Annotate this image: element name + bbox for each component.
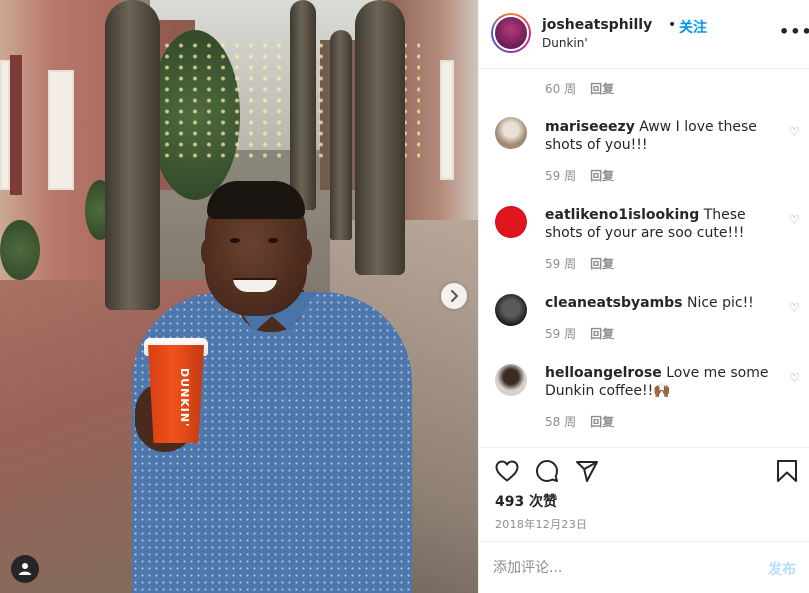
header-separator: • — [668, 17, 677, 33]
author-avatar-image — [493, 15, 529, 51]
reply-button[interactable]: 回复 — [590, 82, 614, 96]
like-comment-icon[interactable]: ♡ — [789, 371, 800, 385]
more-options-icon[interactable]: ••• — [779, 22, 809, 41]
like-comment-icon[interactable]: ♡ — [789, 301, 800, 315]
post-detail-panel: josheatsphilly • 关注 Dunkin' ••• 60 周回复 m… — [478, 0, 809, 593]
share-button[interactable] — [574, 458, 600, 484]
commenter-username[interactable]: mariseeezy — [545, 119, 635, 135]
reply-button[interactable]: 回复 — [590, 327, 614, 341]
photo-tree-trunk — [290, 0, 316, 210]
photo-tree-trunk — [355, 0, 405, 275]
commenter-username[interactable]: helloangelrose — [545, 365, 662, 381]
comment-age: 59 周 — [545, 327, 577, 341]
likes-count[interactable]: 493 次赞 — [495, 491, 557, 511]
coffee-cup-brand: DUNKIN' — [178, 368, 191, 428]
commenter-avatar[interactable] — [495, 117, 527, 149]
like-comment-icon[interactable]: ♡ — [789, 213, 800, 227]
comments-list: 60 周回复 mariseeezy Aww I love these shots… — [479, 69, 809, 447]
comment-meta: 59 周回复 — [545, 325, 614, 342]
commenter-username[interactable]: eatlikeno1islooking — [545, 207, 699, 223]
comment-meta: 60 周回复 — [545, 80, 614, 97]
commenter-avatar[interactable] — [495, 294, 527, 326]
comment-age: 58 周 — [545, 415, 577, 429]
comment-meta: 58 周回复 — [545, 413, 614, 430]
like-comment-icon[interactable]: ♡ — [789, 125, 800, 139]
photo-tree-trunk — [330, 30, 352, 240]
tagged-users-button[interactable] — [11, 555, 39, 583]
comment-text: cleaneatsbyambs Nice pic!! — [545, 294, 777, 312]
commenter-avatar[interactable] — [495, 364, 527, 396]
comment-meta: 59 周回复 — [545, 167, 614, 184]
add-comment-bar: 发布 — [479, 541, 809, 593]
save-button[interactable] — [774, 458, 800, 484]
paper-plane-icon — [576, 461, 598, 482]
bookmark-icon — [777, 460, 797, 482]
comment-text: mariseeezy Aww I love these shots of you… — [545, 118, 777, 154]
comment-text: eatlikeno1islooking These shots of your … — [545, 206, 777, 242]
reply-button[interactable]: 回复 — [590, 169, 614, 183]
commenter-avatar[interactable] — [495, 206, 527, 238]
post-date: 2018年12月23日 — [495, 518, 588, 531]
reply-button[interactable]: 回复 — [590, 257, 614, 271]
author-username[interactable]: josheatsphilly — [542, 17, 652, 33]
photo-tree-trunk — [105, 0, 160, 310]
person-eye — [230, 238, 240, 243]
comment-age: 59 周 — [545, 257, 577, 271]
like-button[interactable] — [494, 458, 520, 484]
chevron-right-icon — [451, 290, 458, 302]
comment-input[interactable] — [493, 556, 743, 580]
user-icon — [19, 563, 31, 575]
commenter-username[interactable]: cleaneatsbyambs — [545, 295, 683, 311]
post-header: josheatsphilly • 关注 Dunkin' ••• — [479, 0, 809, 69]
photo-window — [48, 70, 74, 190]
comment-body: Nice pic!! — [686, 295, 754, 311]
post-actions: 493 次赞 2018年12月23日 — [479, 447, 809, 542]
post-location[interactable]: Dunkin' — [542, 36, 588, 50]
comment-text: helloangelrose Love me some Dunkin coffe… — [545, 364, 777, 400]
follow-button[interactable]: 关注 — [679, 17, 707, 37]
person-eye — [268, 238, 278, 243]
reply-button[interactable]: 回复 — [590, 415, 614, 429]
author-avatar[interactable] — [491, 13, 531, 53]
comment-age: 59 周 — [545, 169, 577, 183]
next-photo-button[interactable] — [441, 283, 467, 309]
photo-window — [440, 60, 454, 180]
photo-window — [0, 60, 10, 190]
post-photo[interactable]: DUNKIN' — [0, 0, 478, 593]
heart-outline-icon — [495, 460, 519, 482]
photo-shutter — [10, 55, 22, 195]
post-comment-button[interactable]: 发布 — [768, 559, 796, 579]
comment-meta: 59 周回复 — [545, 255, 614, 272]
person-hair — [207, 181, 305, 219]
comment-button[interactable] — [534, 458, 560, 484]
comment-age: 60 周 — [545, 82, 577, 96]
comment-bubble-icon — [536, 460, 558, 482]
photo-shrub — [0, 220, 40, 280]
